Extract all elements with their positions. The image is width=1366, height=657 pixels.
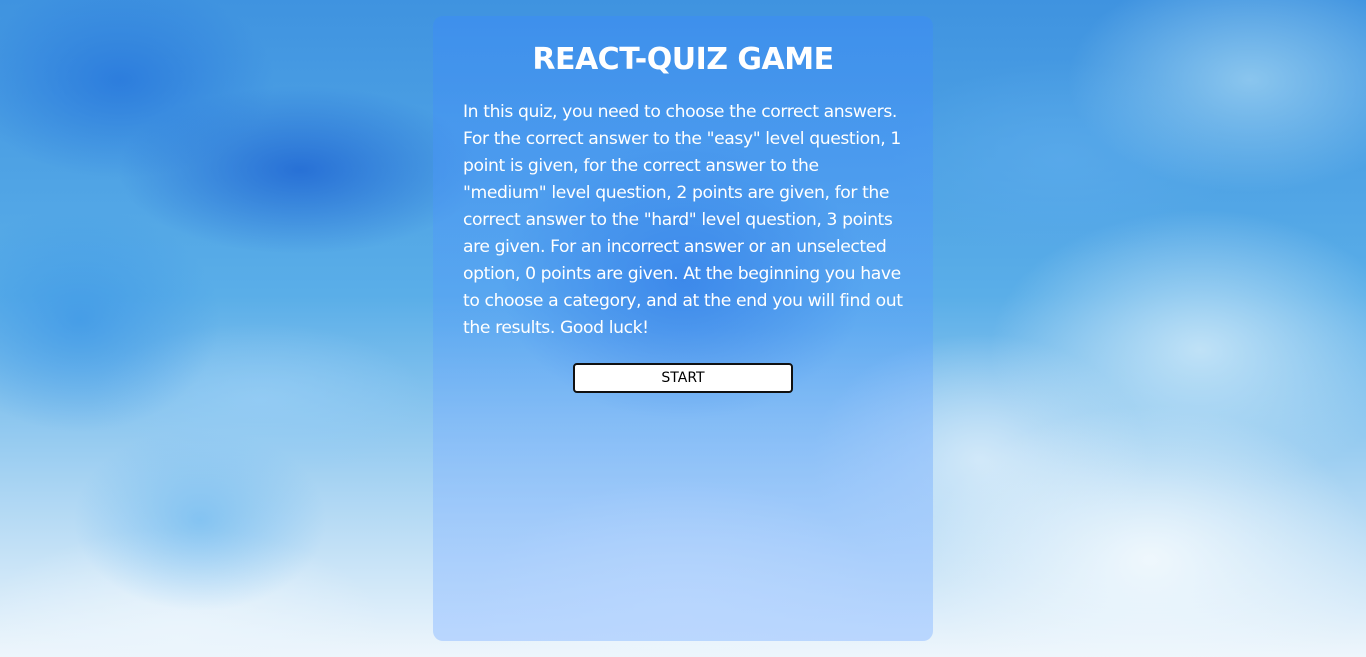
quiz-rules-text: In this quiz, you need to choose the cor… xyxy=(463,102,903,338)
start-button[interactable]: START xyxy=(573,363,793,393)
page-title: REACT-QUIZ GAME xyxy=(532,42,834,77)
quiz-intro-panel: REACT-QUIZ GAME In this quiz, you need t… xyxy=(433,16,933,641)
quiz-start-page: { "quiz": { "title": "REACT-QUIZ GAME", … xyxy=(0,0,1366,657)
start-button-container: START xyxy=(463,363,903,393)
